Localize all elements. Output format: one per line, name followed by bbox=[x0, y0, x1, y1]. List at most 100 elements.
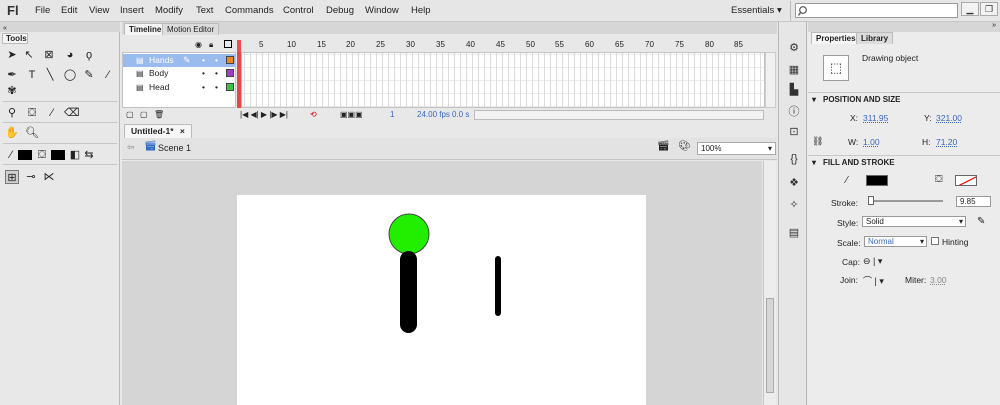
scale-select[interactable]: Normal ▾ bbox=[864, 236, 927, 247]
workspace-switcher[interactable]: Essentials ▾ bbox=[731, 5, 782, 16]
swatches-icon[interactable]: ▙ bbox=[787, 84, 801, 97]
free-transform-tool-icon[interactable]: ⊠ bbox=[42, 48, 56, 62]
scroll-thumb[interactable] bbox=[766, 298, 774, 393]
fill-stroke-header[interactable]: ▾ FILL AND STROKE bbox=[808, 155, 1000, 168]
outline-icon[interactable] bbox=[224, 40, 232, 48]
edit-stroke-style-icon[interactable]: ✎ bbox=[977, 216, 985, 227]
lock-dot[interactable]: • bbox=[215, 67, 218, 80]
show-hide-layers-icon[interactable]: ◉ bbox=[195, 40, 202, 49]
menu-help[interactable]: Help bbox=[411, 5, 431, 16]
stroke-slider[interactable] bbox=[868, 200, 943, 202]
delete-layer-icon[interactable]: 🗑︎ bbox=[154, 110, 164, 119]
stroke-color-swatch[interactable] bbox=[866, 175, 888, 186]
stroke-color-swatch[interactable] bbox=[18, 150, 32, 160]
head-circle[interactable] bbox=[388, 213, 430, 255]
edit-symbols-icon[interactable]: 🎨︎ bbox=[678, 141, 691, 152]
slider-thumb[interactable] bbox=[868, 196, 874, 205]
loop-icon[interactable]: ⟲ bbox=[310, 110, 317, 119]
visibility-dot[interactable]: • bbox=[202, 81, 205, 94]
default-colors-icon[interactable]: ◧ bbox=[68, 148, 82, 162]
back-arrow-icon[interactable]: ⇦ bbox=[127, 142, 135, 153]
lock-dot[interactable]: • bbox=[215, 81, 218, 94]
w-value[interactable]: 1.00 bbox=[863, 137, 880, 147]
lasso-tool-icon[interactable]: ϙ bbox=[82, 48, 96, 62]
tab-timeline[interactable]: Timeline bbox=[124, 23, 167, 35]
layer-color-swatch[interactable] bbox=[226, 69, 234, 77]
oval-tool-icon[interactable]: ◯ bbox=[63, 68, 77, 82]
tab-motion-editor[interactable]: Motion Editor bbox=[162, 23, 220, 35]
search-input[interactable] bbox=[795, 3, 958, 18]
align-icon[interactable]: ⚙ bbox=[787, 42, 801, 55]
bone-tool-icon[interactable]: ⚲ bbox=[5, 106, 19, 120]
layer-row-body[interactable]: ▤ Body • • bbox=[123, 67, 235, 80]
tab-library[interactable]: Library bbox=[856, 32, 894, 44]
hand-stroke[interactable] bbox=[495, 256, 501, 316]
edit-scene-icon[interactable]: 🎬︎ bbox=[657, 141, 670, 152]
color-icon[interactable]: ▦ bbox=[787, 64, 801, 77]
hinting-checkbox[interactable] bbox=[931, 237, 939, 245]
miter-value[interactable]: 3.00 bbox=[930, 275, 947, 285]
transform-icon[interactable]: ⊡ bbox=[787, 126, 801, 139]
subselection-tool-icon[interactable]: ↖ bbox=[22, 48, 36, 62]
position-size-header[interactable]: ▾ POSITION AND SIZE bbox=[808, 92, 1000, 105]
current-frame[interactable]: 1 bbox=[390, 110, 394, 119]
lock-icon[interactable]: 🔒︎ bbox=[209, 40, 213, 50]
timeline-scrollbar[interactable] bbox=[765, 52, 776, 108]
stroke-input[interactable]: 9.85 bbox=[956, 196, 991, 207]
restore-button[interactable]: ❐ bbox=[980, 2, 998, 16]
playback-controls[interactable]: |◀ ◀| ▶ |▶ ▶| bbox=[240, 110, 288, 119]
snap-to-objects-icon[interactable]: ⊸ bbox=[24, 170, 38, 184]
document-tab[interactable]: Untitled-1* × bbox=[124, 124, 192, 138]
menu-view[interactable]: View bbox=[89, 5, 109, 16]
timeline-h-scrollbar[interactable] bbox=[474, 110, 764, 120]
line-tool-icon[interactable]: ╲ bbox=[43, 68, 57, 82]
stage-scrollbar[interactable] bbox=[763, 161, 776, 405]
menu-edit[interactable]: Edit bbox=[61, 5, 77, 16]
eraser-tool-icon[interactable]: ⌫ bbox=[64, 106, 80, 120]
info-icon[interactable]: ⓘ bbox=[787, 106, 801, 119]
cap-select[interactable]: ⊖ | ▾ bbox=[863, 256, 882, 267]
pencil-tool-icon[interactable]: ✎ bbox=[82, 68, 96, 82]
y-value[interactable]: 321.00 bbox=[936, 113, 962, 123]
menu-modify[interactable]: Modify bbox=[155, 5, 183, 16]
3d-rotation-tool-icon[interactable]: ◕ bbox=[63, 48, 77, 62]
swap-colors-icon[interactable]: ⇆ bbox=[82, 148, 96, 162]
body-stroke[interactable] bbox=[400, 251, 417, 333]
menu-commands[interactable]: Commands bbox=[225, 5, 274, 16]
straighten-icon[interactable]: ⋉ bbox=[42, 170, 56, 184]
h-value[interactable]: 71.20 bbox=[936, 137, 957, 147]
layer-row-head[interactable]: ▤ Head • • bbox=[123, 81, 235, 94]
style-select[interactable]: Solid ▾ bbox=[862, 216, 966, 227]
frame-grid[interactable] bbox=[237, 52, 765, 108]
deco-tool-icon[interactable]: ✾ bbox=[5, 84, 19, 98]
playhead[interactable] bbox=[237, 40, 241, 108]
zoom-select[interactable]: 100% ▾ bbox=[697, 142, 776, 155]
close-icon[interactable]: × bbox=[180, 126, 185, 136]
menu-debug[interactable]: Debug bbox=[326, 5, 354, 16]
lock-dot[interactable]: • bbox=[215, 54, 218, 67]
text-tool-icon[interactable]: T bbox=[25, 68, 39, 82]
eyedropper-tool-icon[interactable]: ⁄ bbox=[45, 106, 59, 120]
menu-insert[interactable]: Insert bbox=[120, 5, 144, 16]
layer-row-hands[interactable]: ▤ Hands ✎ • • bbox=[123, 54, 235, 67]
hand-tool-icon[interactable]: ✋ bbox=[5, 126, 19, 140]
menu-file[interactable]: File bbox=[35, 5, 50, 16]
library-icon[interactable]: ▤ bbox=[787, 227, 801, 240]
join-select[interactable]: ⌒ | ▾ bbox=[863, 274, 884, 287]
motion-presets-icon[interactable]: ✧ bbox=[787, 199, 801, 212]
menu-text[interactable]: Text bbox=[196, 5, 213, 16]
menu-window[interactable]: Window bbox=[365, 5, 399, 16]
menu-control[interactable]: Control bbox=[283, 5, 314, 16]
pen-tool-icon[interactable]: ✒ bbox=[5, 68, 19, 82]
layer-color-swatch[interactable] bbox=[226, 83, 234, 91]
object-drawing-icon[interactable]: ⊞ bbox=[5, 170, 19, 184]
frame-rate[interactable]: 24.00 fps bbox=[417, 110, 450, 119]
layer-color-swatch[interactable] bbox=[226, 56, 234, 64]
visibility-dot[interactable]: • bbox=[202, 67, 205, 80]
fill-color-swatch[interactable] bbox=[955, 175, 977, 186]
fill-color-swatch[interactable] bbox=[51, 150, 65, 160]
scene-name[interactable]: Scene 1 bbox=[158, 143, 191, 153]
brush-tool-icon[interactable]: ⁄ bbox=[101, 68, 115, 82]
stage[interactable] bbox=[237, 195, 646, 405]
visibility-dot[interactable]: • bbox=[202, 54, 205, 67]
